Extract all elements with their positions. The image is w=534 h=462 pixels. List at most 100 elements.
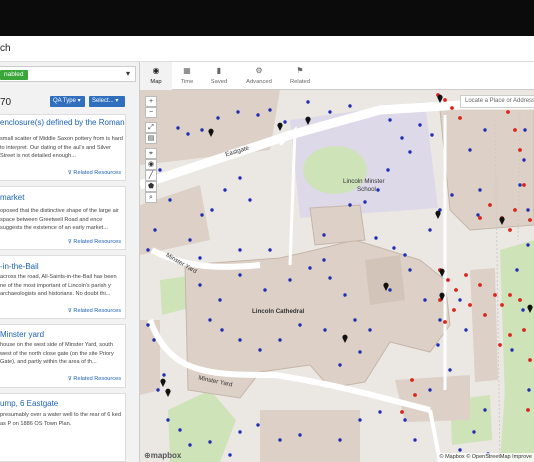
map-point [153,228,157,232]
list-item[interactable]: enclosure(s) defined by the Roman small … [0,114,126,181]
map-point [400,136,404,140]
map-point [238,176,242,180]
app-title: ch [0,43,11,54]
map-point [208,440,212,444]
list-item[interactable]: -in-the-Bail across the road, All-Saints… [0,255,126,319]
map-point [146,248,150,252]
map-point [348,104,352,108]
map-point [476,213,480,217]
filter-select[interactable]: nabled ▾ [0,66,136,82]
tab-map[interactable]: ◉ Map [140,62,172,90]
map-point [478,216,482,220]
map-point [328,110,332,114]
map-point [343,293,347,297]
related-resources-link[interactable]: ⊽ Related Resources [68,170,121,176]
related-icon: ⚑ [296,66,304,75]
map-point [508,333,512,337]
map-point [323,328,327,332]
search-area-button[interactable]: ⌕ [145,192,157,203]
map-point [223,188,227,192]
map-point [408,150,412,154]
map-point [220,328,224,332]
map-point [268,108,272,112]
map-point [283,120,287,124]
map-point [526,243,530,247]
map-point [298,323,302,327]
card-title[interactable]: -in-the-Bail [0,262,39,271]
map-point [450,106,454,110]
map-point [522,328,526,332]
map-point [510,348,514,352]
map-point [256,113,260,117]
results-panel: nabled ▾ 70 QA Type ▾ Select... ▾ enclos… [0,62,140,462]
map-point [348,203,352,207]
map-point [418,123,422,127]
map-point [146,323,150,327]
list-item[interactable]: ump, 6 Eastgate presumably over a water … [0,393,126,462]
related-resources-link[interactable]: ⊽ Related Resources [68,308,121,314]
card-title[interactable]: Minster yard [0,330,44,339]
map-point [518,148,522,152]
map-point [176,126,180,130]
related-resources-link[interactable]: ⊽ Related Resources [68,239,121,245]
map-label-school: Lincoln Minster [343,178,385,185]
map-point [158,168,162,172]
card-title[interactable]: ump, 6 Eastgate [0,399,58,408]
map-point [464,328,468,332]
qa-type-dropdown[interactable]: QA Type ▾ [50,96,85,107]
browser-top-bar [0,0,534,36]
card-title[interactable]: market [0,193,24,202]
tab-saved[interactable]: ▮ Saved [202,62,236,90]
tab-advanced[interactable]: ⚙ Advanced [236,62,282,90]
building [365,255,405,305]
zoom-in-button[interactable]: + [145,96,157,107]
map-point [200,213,204,217]
card-title[interactable]: enclosure(s) defined by the Roman [0,118,125,127]
fullscreen-button[interactable]: ⤢ [145,122,157,133]
map-attribution[interactable]: © Mapbox © OpenStreetMap Improve [437,453,534,462]
map-point [210,208,214,212]
app-header: ch [0,36,534,62]
map-point [388,288,392,292]
map-point [506,110,510,114]
card-description: across the road, All-Saints-in-the-Bail … [0,274,117,298]
map-point [338,363,342,367]
draw-marker-button[interactable]: ⌖ [145,148,157,159]
layers-button[interactable]: ▤ [145,133,157,144]
map-point [186,132,190,136]
map-point [238,430,242,434]
list-item[interactable]: market oposed that the distinctive shape… [0,186,126,250]
building [260,410,360,462]
tab-related[interactable]: ⚑ Related [282,62,318,90]
zoom-out-button[interactable]: − [145,107,157,118]
map-point [152,338,156,342]
place-search-input[interactable]: Locate a Place or Address [460,95,534,108]
map-point [413,393,417,397]
map-point [358,418,362,422]
map-point [256,423,260,427]
map-point [522,158,526,162]
draw-line-button[interactable]: ╱ [145,170,157,181]
map-point [483,128,487,132]
map-canvas[interactable]: + − ⤢ ▤ ⌖ ◉ ╱ ⬟ ⌕ Locate a Place or Addr… [140,90,534,462]
map-point [508,228,512,232]
draw-point-button[interactable]: ◉ [145,159,157,170]
green-area [500,390,534,462]
gear-icon: ⚙ [255,66,263,75]
draw-polygon-button[interactable]: ⬟ [145,181,157,192]
map-point [208,318,212,322]
map-point [483,408,487,412]
map-point [218,298,222,302]
select-dropdown[interactable]: Select... ▾ [89,96,125,107]
related-resources-link[interactable]: ⊽ Related Resources [68,376,121,382]
map-point [308,266,312,270]
map-point [338,438,342,442]
tab-time[interactable]: ▦ Time [172,62,202,90]
map-point [408,268,412,272]
map-point [328,276,332,280]
list-item[interactable]: Minster yard house on the west side of M… [0,324,126,388]
map-point [238,338,242,342]
map-point [198,283,202,287]
map-point [322,233,326,237]
map-point [513,128,517,132]
